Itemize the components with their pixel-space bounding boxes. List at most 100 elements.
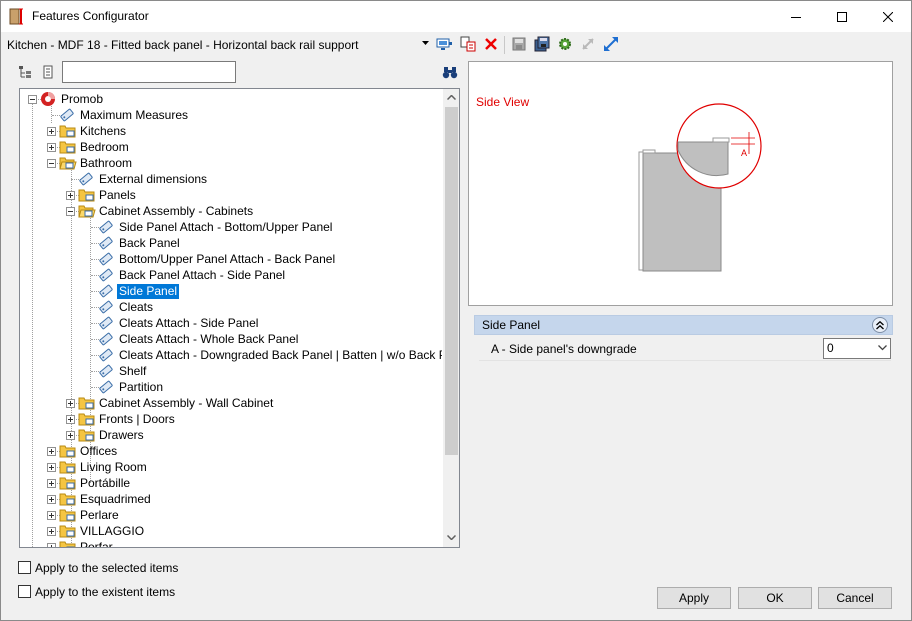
save-all-icon[interactable] [533,35,551,53]
expand-plus-icon[interactable] [47,526,56,536]
tree-node-label[interactable]: Cleats [117,300,155,315]
tree-node[interactable]: Promob [28,91,105,107]
tree-node[interactable]: Bedroom [47,139,131,155]
tree-node[interactable]: Back Panel [98,235,182,251]
breadcrumb-dropdown-icon[interactable] [422,41,429,45]
tree-node[interactable]: Fronts | Doors [66,411,177,427]
apply-selected-label[interactable]: Apply to the selected items [35,561,178,575]
apply-button[interactable]: Apply [657,587,731,609]
tree-node-label[interactable]: Portábille [78,476,132,491]
close-button[interactable] [865,1,911,32]
tree-node[interactable]: Living Room [47,459,149,475]
tree-node-label[interactable]: Cleats Attach - Side Panel [117,316,260,331]
apply-existent-label[interactable]: Apply to the existent items [35,585,175,599]
tree-node-label[interactable]: Cabinet Assembly - Cabinets [97,204,255,219]
tree-node[interactable]: Porfar [47,539,115,547]
tree-node-label[interactable]: Porfar [78,540,115,548]
tree-node-label[interactable]: Maximum Measures [78,108,190,123]
list-icon[interactable] [39,63,57,81]
tree-node-label[interactable]: Promob [59,92,105,107]
tree-node[interactable]: Partition [98,379,165,395]
sort-tree-icon[interactable] [16,63,34,81]
tree-node-label[interactable]: Drawers [97,428,146,443]
tree-node[interactable]: Drawers [66,427,146,443]
tree-node-label[interactable]: Fronts | Doors [97,412,177,427]
tree-node-label[interactable]: Side Panel [115,282,181,300]
tree-node-label[interactable]: Living Room [78,460,149,475]
maximize-button[interactable] [819,1,865,32]
tree-node[interactable]: Bottom/Upper Panel Attach - Back Panel [98,251,337,267]
tree-node[interactable]: Cleats Attach - Downgraded Back Panel | … [98,347,442,363]
minimize-button[interactable] [773,1,819,32]
tree-node[interactable]: Cabinet Assembly - Wall Cabinet [66,395,275,411]
tree-node[interactable]: Cleats [98,299,155,315]
tree-node-label[interactable]: Bathroom [78,156,134,171]
expand-arrows-icon[interactable] [602,35,620,53]
expand-plus-icon[interactable] [66,414,75,424]
expand-plus-icon[interactable] [66,398,75,408]
property-section-header[interactable]: Side Panel [474,315,893,335]
tree-node[interactable]: Kitchens [47,123,128,139]
scroll-up-icon[interactable] [447,95,456,100]
collapse-arrows-icon[interactable] [579,35,597,53]
apply-selected-checkbox[interactable] [18,561,31,574]
scroll-down-icon[interactable] [447,535,456,540]
tree-node-label[interactable]: Bedroom [78,140,131,155]
settings-icon[interactable] [556,35,574,53]
tree-node[interactable]: Side Panel Attach - Bottom/Upper Panel [98,219,334,235]
tree-node-label[interactable]: Cabinet Assembly - Wall Cabinet [97,396,275,411]
tree-node-label[interactable]: Shelf [117,364,148,379]
ok-button[interactable]: OK [738,587,812,609]
expand-plus-icon[interactable] [47,446,56,456]
tree-node[interactable]: Cleats Attach - Whole Back Panel [98,331,300,347]
tree-node[interactable]: Cleats Attach - Side Panel [98,315,260,331]
collapse-minus-icon[interactable] [66,206,75,216]
tree-node[interactable]: Portábille [47,475,132,491]
tree-node-label[interactable]: External dimensions [97,172,209,187]
apply-existent-checkbox[interactable] [18,585,31,598]
tree-node-label[interactable]: Side Panel Attach - Bottom/Upper Panel [117,220,334,235]
collapse-minus-icon[interactable] [28,94,37,104]
tree-node-label[interactable]: Panels [97,188,138,203]
monitor-icon[interactable] [435,35,453,53]
tree-node[interactable]: External dimensions [78,171,209,187]
expand-plus-icon[interactable] [47,478,56,488]
search-input[interactable] [62,61,236,83]
cancel-button[interactable]: Cancel [818,587,892,609]
tree-node-label[interactable]: Back Panel [117,236,182,251]
tree-vertical-scrollbar[interactable] [442,89,459,547]
side-panel-downgrade-select[interactable]: 0 [823,338,891,359]
tree-node-label[interactable]: Kitchens [78,124,128,139]
tree-node[interactable]: Esquadrimed [47,491,153,507]
delete-icon[interactable] [482,35,500,53]
collapse-minus-icon[interactable] [47,158,56,168]
tree-node[interactable]: Cabinet Assembly - Cabinets [66,203,255,219]
tree-node[interactable]: Maximum Measures [59,107,190,123]
tree-node-label[interactable]: Esquadrimed [78,492,153,507]
expand-plus-icon[interactable] [47,542,56,547]
tree-node-label[interactable]: Cleats Attach - Downgraded Back Panel | … [117,348,442,363]
tree-node[interactable]: Perlare [47,507,121,523]
breadcrumb[interactable]: Kitchen - MDF 18 - Fitted back panel - H… [7,38,358,52]
tree-node-label[interactable]: Bottom/Upper Panel Attach - Back Panel [117,252,337,267]
expand-plus-icon[interactable] [47,510,56,520]
expand-plus-icon[interactable] [47,126,56,136]
tree-node[interactable]: Shelf [98,363,148,379]
features-tree[interactable]: Promob Maximum Measures Kitchens Bedroom Bat… [19,88,460,548]
tree-node[interactable]: VILLAGGIO [47,523,146,539]
scroll-thumb[interactable] [445,107,458,455]
tree-node-label[interactable]: Partition [117,380,165,395]
expand-plus-icon[interactable] [47,142,56,152]
expand-plus-icon[interactable] [66,430,75,440]
collapse-section-button[interactable] [872,317,888,333]
tree-node[interactable]: Offices [47,443,119,459]
paste-icon[interactable] [459,35,477,53]
tree-node-label[interactable]: VILLAGGIO [78,524,146,539]
tree-node[interactable]: Side Panel [98,282,181,300]
tree-node[interactable]: Panels [66,187,138,203]
tree-node-label[interactable]: Cleats Attach - Whole Back Panel [117,332,300,347]
tree-node-label[interactable]: Perlare [78,508,121,523]
tree-node-label[interactable]: Offices [78,444,119,459]
binoculars-icon[interactable] [441,63,459,81]
expand-plus-icon[interactable] [47,462,56,472]
